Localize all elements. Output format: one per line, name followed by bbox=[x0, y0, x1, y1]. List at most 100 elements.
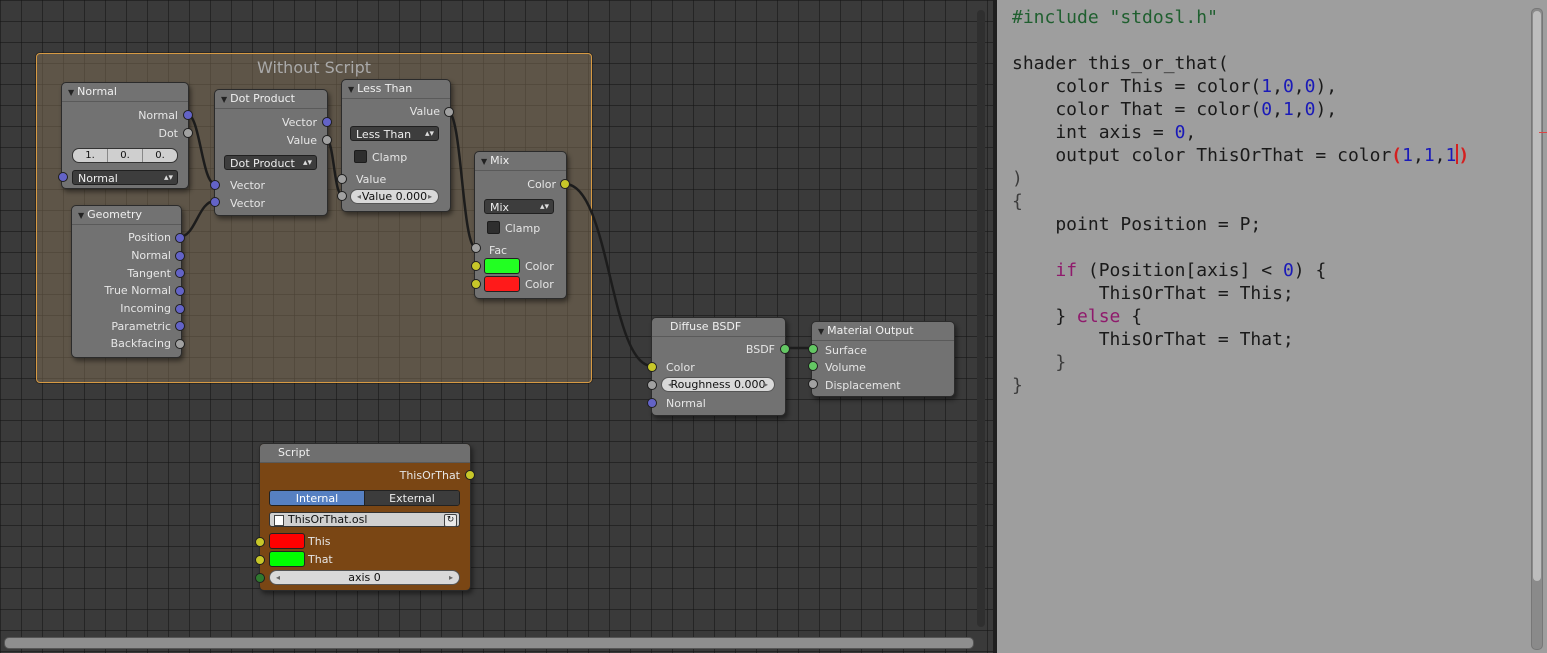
operation-dropdown[interactable]: Dot Product ▴▾ bbox=[224, 155, 317, 170]
socket-diffuse-normal-in[interactable] bbox=[647, 398, 657, 408]
operation-dropdown[interactable]: Less Than ▴▾ bbox=[350, 126, 439, 141]
node-editor[interactable]: Without Script ▼ Normal Normal Dot 1. 0. … bbox=[0, 0, 993, 653]
normal-node-header[interactable]: ▼ Normal bbox=[62, 83, 188, 102]
diffuse-header[interactable]: Diffuse BSDF bbox=[652, 318, 785, 337]
blend-type-dropdown[interactable]: Mix ▴▾ bbox=[484, 199, 554, 214]
arrow-left-icon[interactable]: ◂ bbox=[276, 571, 280, 585]
socket-this-in[interactable] bbox=[255, 537, 265, 547]
mix-header[interactable]: ▼ Mix bbox=[475, 152, 566, 171]
socket-surface-in[interactable] bbox=[808, 344, 818, 354]
collapse-triangle-icon[interactable]: ▼ bbox=[818, 327, 824, 336]
socket-mix-fac-in[interactable] bbox=[471, 243, 481, 253]
code-text[interactable]: #include "stdosl.h" shader this_or_that(… bbox=[1012, 6, 1469, 397]
socket-axis-in[interactable] bbox=[255, 573, 265, 583]
arrow-right-icon[interactable]: ▸ bbox=[449, 571, 453, 585]
mode-internal-button[interactable]: Internal bbox=[270, 491, 364, 505]
socket-dp-vector-out[interactable] bbox=[322, 117, 332, 127]
dot-product-node[interactable]: ▼ Dot Product Vector Value Dot Product ▴▾ … bbox=[214, 89, 328, 216]
scrollbar-thumb[interactable] bbox=[1533, 11, 1541, 581]
checkbox-label: Clamp bbox=[505, 222, 541, 235]
checkbox-box[interactable] bbox=[487, 221, 500, 234]
socket-mix-color-out[interactable] bbox=[560, 179, 570, 189]
normal-node[interactable]: ▼ Normal Normal Dot 1. 0. 0. Normal ▴▾ bbox=[61, 82, 189, 189]
geometry-node[interactable]: ▼ Geometry Position Normal Tangent True N… bbox=[71, 205, 182, 358]
output-value-label: Value bbox=[409, 105, 440, 118]
text-editor-scrollbar[interactable] bbox=[1531, 8, 1543, 650]
socket-mix-color1-in[interactable] bbox=[471, 261, 481, 271]
socket-lt-value-out[interactable] bbox=[444, 107, 454, 117]
text-editor[interactable]: #include "stdosl.h" shader this_or_that(… bbox=[997, 0, 1547, 653]
less-than-header[interactable]: ▼ Less Than bbox=[342, 80, 450, 99]
arrow-left-icon[interactable]: ◂ bbox=[357, 190, 361, 204]
node-editor-horizontal-scrollbar[interactable] bbox=[4, 637, 974, 649]
color2-swatch[interactable] bbox=[484, 276, 520, 292]
script-file-field[interactable]: ThisOrThat.osl ↻ bbox=[269, 512, 460, 527]
input-displacement-label: Displacement bbox=[825, 379, 901, 392]
socket-normal-in[interactable] bbox=[58, 172, 68, 182]
socket-incoming-out[interactable] bbox=[175, 304, 185, 314]
socket-tangent-out[interactable] bbox=[175, 268, 185, 278]
script-header[interactable]: Script bbox=[260, 444, 470, 463]
node-editor-vertical-scrollbar[interactable] bbox=[977, 10, 985, 627]
socket-displacement-in[interactable] bbox=[808, 379, 818, 389]
that-color-swatch[interactable] bbox=[269, 551, 305, 567]
normal-input-dropdown[interactable]: Normal ▴▾ bbox=[72, 170, 178, 185]
socket-true-normal-out[interactable] bbox=[175, 286, 185, 296]
socket-lt-value-in-1[interactable] bbox=[337, 174, 347, 184]
collapse-triangle-icon[interactable]: ▼ bbox=[348, 85, 354, 94]
less-than-node[interactable]: ▼ Less Than Value Less Than ▴▾ Clamp Value… bbox=[341, 79, 451, 212]
socket-dot-out[interactable] bbox=[183, 128, 193, 138]
vector-y[interactable]: 0. bbox=[108, 149, 143, 162]
socket-bsdf-out[interactable] bbox=[780, 344, 790, 354]
socket-mix-color2-in[interactable] bbox=[471, 279, 481, 289]
clamp-checkbox[interactable]: Clamp bbox=[487, 221, 540, 235]
vector-x[interactable]: 1. bbox=[73, 149, 108, 162]
arrow-right-icon[interactable]: ▸ bbox=[428, 190, 432, 204]
reload-icon[interactable]: ↻ bbox=[444, 514, 457, 527]
roughness-field[interactable]: ◂ Roughness 0.000 ▸ bbox=[661, 377, 775, 392]
material-output-header[interactable]: ▼ Material Output bbox=[812, 322, 954, 341]
socket-lt-value-in-2[interactable] bbox=[337, 191, 347, 201]
socket-that-in[interactable] bbox=[255, 555, 265, 565]
socket-position-out[interactable] bbox=[175, 233, 185, 243]
checkbox-box[interactable] bbox=[354, 150, 367, 163]
value-field[interactable]: ◂ Value 0.000 ▸ bbox=[350, 189, 439, 204]
mix-node[interactable]: ▼ Mix Color Mix ▴▾ Clamp Fac Color Color bbox=[474, 151, 567, 299]
arrow-left-icon[interactable]: ◂ bbox=[668, 378, 672, 392]
script-mode-toggle[interactable]: Internal External bbox=[269, 490, 460, 506]
normal-vector-field[interactable]: 1. 0. 0. bbox=[72, 148, 178, 163]
socket-dp-vector-in-1[interactable] bbox=[210, 180, 220, 190]
axis-field[interactable]: ◂ axis 0 ▸ bbox=[269, 570, 460, 585]
checkbox-label: Clamp bbox=[372, 151, 408, 164]
arrow-right-icon[interactable]: ▸ bbox=[764, 378, 768, 392]
input-that-label: That bbox=[308, 553, 333, 566]
socket-normal-out[interactable] bbox=[183, 110, 193, 120]
mode-external-button[interactable]: External bbox=[364, 491, 459, 505]
this-color-swatch[interactable] bbox=[269, 533, 305, 549]
output-color-label: Color bbox=[527, 178, 556, 191]
socket-thisorthat-out[interactable] bbox=[465, 470, 475, 480]
input-normal-label: Normal bbox=[666, 397, 706, 410]
socket-roughness-in[interactable] bbox=[647, 380, 657, 390]
socket-backfacing-out[interactable] bbox=[175, 339, 185, 349]
socket-diffuse-color-in[interactable] bbox=[647, 362, 657, 372]
collapse-triangle-icon[interactable]: ▼ bbox=[221, 95, 227, 104]
geometry-node-header[interactable]: ▼ Geometry bbox=[72, 206, 181, 225]
socket-volume-in[interactable] bbox=[808, 361, 818, 371]
collapse-triangle-icon[interactable]: ▼ bbox=[68, 88, 74, 97]
socket-dp-vector-in-2[interactable] bbox=[210, 197, 220, 207]
diffuse-bsdf-node[interactable]: Diffuse BSDF BSDF Color ◂ Roughness 0.000… bbox=[651, 317, 786, 416]
clamp-checkbox[interactable]: Clamp bbox=[354, 150, 407, 164]
socket-geo-normal-out[interactable] bbox=[175, 251, 185, 261]
collapse-triangle-icon[interactable]: ▼ bbox=[78, 211, 84, 220]
socket-dp-value-out[interactable] bbox=[322, 135, 332, 145]
socket-parametric-out[interactable] bbox=[175, 321, 185, 331]
script-node[interactable]: Script ThisOrThat Internal External This… bbox=[259, 443, 471, 591]
vector-z[interactable]: 0. bbox=[143, 149, 177, 162]
dot-product-header[interactable]: ▼ Dot Product bbox=[215, 90, 327, 109]
margin-marker bbox=[1539, 132, 1547, 133]
material-output-node[interactable]: ▼ Material Output Surface Volume Displace… bbox=[811, 321, 955, 397]
input-surface-label: Surface bbox=[825, 344, 867, 357]
collapse-triangle-icon[interactable]: ▼ bbox=[481, 157, 487, 166]
color1-swatch[interactable] bbox=[484, 258, 520, 274]
